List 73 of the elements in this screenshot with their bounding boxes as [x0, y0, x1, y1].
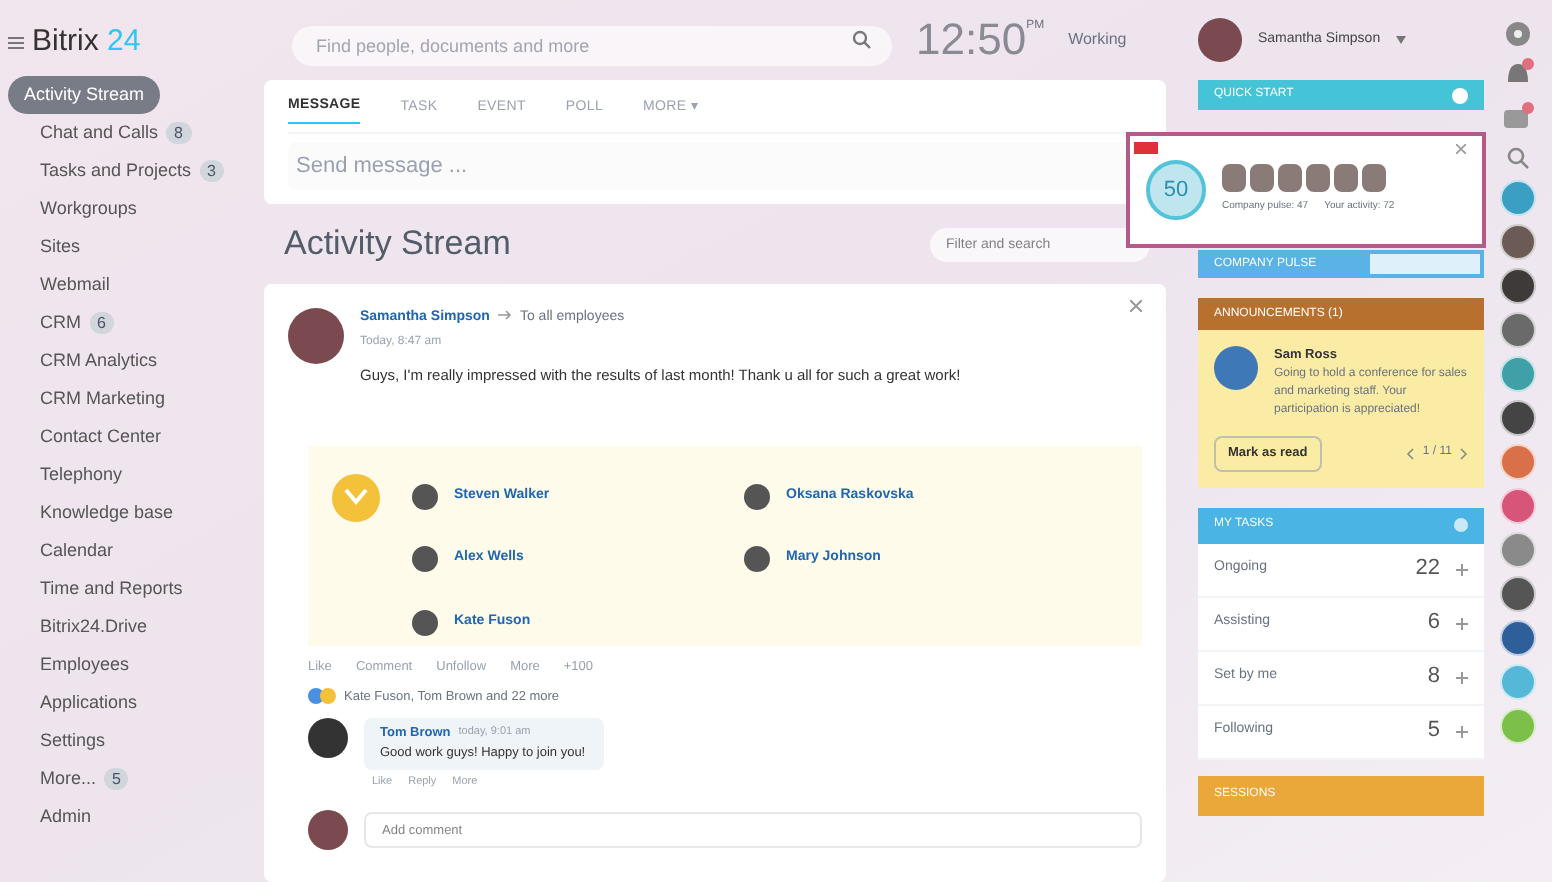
avatar [308, 810, 348, 850]
search-field[interactable]: Find people, documents and more [292, 26, 892, 66]
avatar [288, 308, 344, 364]
chevron-right-icon[interactable] [1460, 447, 1468, 460]
sidebar-item[interactable]: Applications [8, 684, 264, 722]
avatar [1306, 164, 1330, 193]
caret-icon[interactable] [1396, 36, 1407, 44]
sidebar-item[interactable]: Tasks and Projects 3 [8, 152, 264, 190]
task-count: 8 [1425, 662, 1440, 693]
avatar [308, 718, 348, 759]
search-icon[interactable] [1506, 144, 1530, 172]
sidebar-item[interactable]: Employees [8, 646, 264, 684]
sidebar-item[interactable]: Telephony [8, 456, 264, 494]
close-icon[interactable] [1130, 300, 1142, 312]
sidebar-item[interactable]: Admin [8, 798, 264, 836]
search-icon[interactable] [852, 30, 872, 50]
sidebar-item[interactable]: Bitrix24.Drive [8, 608, 264, 646]
sidebar-item[interactable]: Sites [8, 228, 264, 266]
avatar [1198, 18, 1242, 62]
counter-badge: 8 [166, 122, 191, 144]
sidebar-item[interactable]: CRM Marketing [8, 380, 264, 418]
avatar [1362, 164, 1386, 193]
avatar [412, 546, 438, 573]
plus-icon[interactable] [1456, 617, 1468, 629]
task-count: 6 [1425, 608, 1440, 639]
avatar [1250, 164, 1274, 193]
status-label[interactable]: Working [1068, 28, 1127, 52]
sidebar-item[interactable]: CRM 6 [8, 304, 264, 342]
counter-badge: 3 [199, 160, 224, 182]
sidebar-item[interactable]: Knowledge base [8, 494, 264, 532]
medal-icon [332, 473, 380, 522]
like-icon [308, 688, 336, 705]
avatar [744, 546, 770, 573]
logo: Bitrix 24 [32, 21, 141, 62]
plus-icon[interactable] [1456, 563, 1468, 575]
clock: 12:50 [916, 18, 1027, 62]
task-count: 5 [1425, 716, 1440, 747]
sidebar-item[interactable]: Workgroups [8, 190, 264, 228]
avatar [412, 483, 438, 510]
avatar[interactable] [1500, 400, 1536, 436]
avatar[interactable] [1500, 268, 1536, 304]
sidebar-item[interactable]: Contact Center [8, 418, 264, 456]
menu-icon[interactable] [8, 35, 24, 49]
avatar [1214, 346, 1258, 390]
sidebar-item[interactable]: Time and Reports [8, 570, 264, 608]
arrow-icon [497, 308, 512, 322]
sidebar-item[interactable]: CRM Analytics [8, 342, 264, 380]
chevron-left-icon[interactable] [1406, 447, 1415, 460]
avatar [744, 483, 770, 510]
sidebar-item[interactable]: Activity Stream [8, 76, 161, 114]
counter-badge: 5 [104, 768, 129, 790]
plus-icon[interactable] [1456, 671, 1468, 683]
sidebar-item[interactable]: Chat and Calls 8 [8, 114, 264, 152]
avatar [412, 609, 438, 636]
avatar[interactable] [1500, 620, 1536, 656]
plus-icon[interactable] [1456, 725, 1468, 737]
pulse-value: 50 [1146, 160, 1206, 220]
avatar [1222, 164, 1246, 193]
avatar[interactable] [1500, 576, 1536, 612]
avatar [1278, 164, 1302, 193]
avatar [1334, 164, 1358, 193]
flag-icon [1134, 142, 1158, 154]
task-count: 22 [1413, 554, 1440, 585]
sidebar-item[interactable]: More... 5 [8, 760, 264, 798]
page-title: Activity Stream [284, 222, 511, 267]
sidebar-item[interactable]: Calendar [8, 532, 264, 570]
pulse-field [1370, 254, 1480, 274]
close-icon[interactable] [1456, 144, 1466, 154]
sidebar-item[interactable]: Settings [8, 722, 264, 760]
sidebar-item[interactable]: Webmail [8, 266, 264, 304]
avatar[interactable] [1500, 224, 1536, 260]
counter-badge: 6 [89, 312, 114, 334]
avatar[interactable] [1500, 312, 1536, 348]
